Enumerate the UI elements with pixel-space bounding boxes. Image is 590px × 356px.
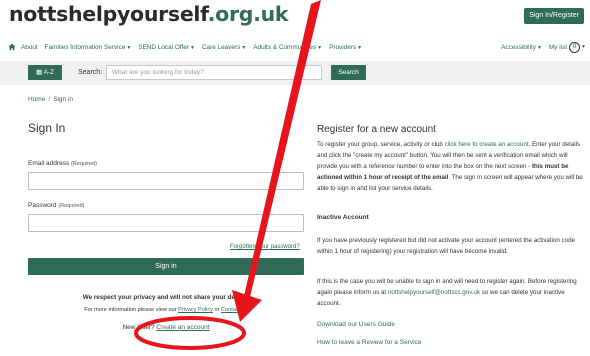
search-bar: ▦ A-Z Search: What are you looking for t… [0, 61, 590, 85]
download-guide-link[interactable]: Download our Users Guide [317, 321, 395, 328]
register-title: Register for a new account [317, 124, 436, 135]
site-logo[interactable]: nottshelpyourself.org.uk [9, 2, 289, 26]
chevron-down-icon: ▼ [357, 44, 363, 51]
required-marker: (Required) [71, 161, 97, 167]
logo-name: nottshelpyourself [9, 2, 208, 26]
nav-item-send-local-offer[interactable]: SEND Local Offer▼ [138, 44, 195, 51]
accessibility-menu[interactable]: Accessibility▼ [501, 44, 542, 51]
privacy-policy-link[interactable]: Privacy Policy [178, 307, 213, 313]
required-marker: (Required) [58, 203, 85, 209]
chevron-down-icon: ▼ [126, 44, 132, 51]
signin-register-button[interactable]: Sign In/Register [524, 8, 584, 24]
password-field[interactable] [28, 214, 304, 232]
breadcrumb-home[interactable]: Home [28, 96, 45, 103]
home-icon[interactable] [8, 43, 16, 51]
contact-email-link[interactable]: nottshelpyourself@nottscc.gov.uk [388, 289, 480, 296]
nav-item-families-information-service[interactable]: Families Information Service▼ [45, 44, 132, 51]
chevron-down-icon: ▼ [241, 44, 247, 51]
forgot-password-link[interactable]: Forgotten your password? [230, 244, 300, 250]
register-instructions: To register your group, service, activit… [317, 141, 583, 192]
main-nav: About Families Information Service▼ SEND… [0, 38, 590, 56]
a-z-button[interactable]: ▦ A-Z [28, 65, 62, 80]
annotation-circle [134, 316, 246, 350]
grid-icon: ▦ [35, 69, 43, 76]
reregister-info: If this is the case you will be unable t… [317, 278, 577, 307]
leave-review-link[interactable]: How to leave a Review for a Service [317, 339, 421, 346]
email-label: Email address (Required) [28, 160, 97, 167]
breadcrumb-separator: / [48, 96, 51, 103]
breadcrumb-current: Sign in [53, 96, 74, 103]
privacy-info: For more information please view our Pri… [84, 307, 248, 313]
search-label: Search: [78, 69, 103, 76]
inactive-account-info: If you have previously registered but di… [317, 237, 575, 255]
logo-tld: .org.uk [207, 2, 289, 26]
chevron-down-icon: ▼ [317, 44, 323, 51]
chevron-down-icon: ▼ [189, 44, 195, 51]
email-field[interactable] [28, 172, 304, 190]
inactive-account-heading: Inactive Account [317, 214, 369, 221]
search-button[interactable]: Search [331, 65, 366, 80]
privacy-statement: We respect your privacy and will not sha… [82, 294, 250, 301]
site-header: nottshelpyourself.org.uk Sign In/Registe… [0, 0, 590, 34]
contact-us-link[interactable]: Contact us [221, 307, 248, 313]
my-list-count-badge: 0 [569, 41, 581, 53]
nav-item-adults-communities[interactable]: Adults & Communities▼ [253, 44, 322, 51]
search-input[interactable]: What are you looking for today? [106, 65, 322, 80]
nav-item-providers[interactable]: Providers▼ [329, 44, 362, 51]
create-account-here-link[interactable]: click here to create an account [445, 141, 529, 148]
my-list-menu[interactable]: My list 0 ▼ [549, 41, 586, 53]
signin-title: Sign In [28, 121, 66, 135]
password-label: Password (Required) [28, 202, 85, 209]
nav-item-care-leavers[interactable]: Care Leavers▼ [202, 44, 246, 51]
nav-right: Accessibility▼ My list 0 ▼ [501, 38, 586, 56]
new-user-prompt: New User? Create an account [122, 324, 210, 331]
signin-button[interactable]: Sign in [28, 258, 304, 275]
create-account-link[interactable]: Create an account [156, 324, 209, 331]
chevron-down-icon: ▼ [536, 44, 542, 51]
nav-item-about[interactable]: About [21, 44, 38, 51]
breadcrumb: Home / Sign in [28, 96, 73, 103]
chevron-down-icon: ▼ [581, 44, 586, 50]
